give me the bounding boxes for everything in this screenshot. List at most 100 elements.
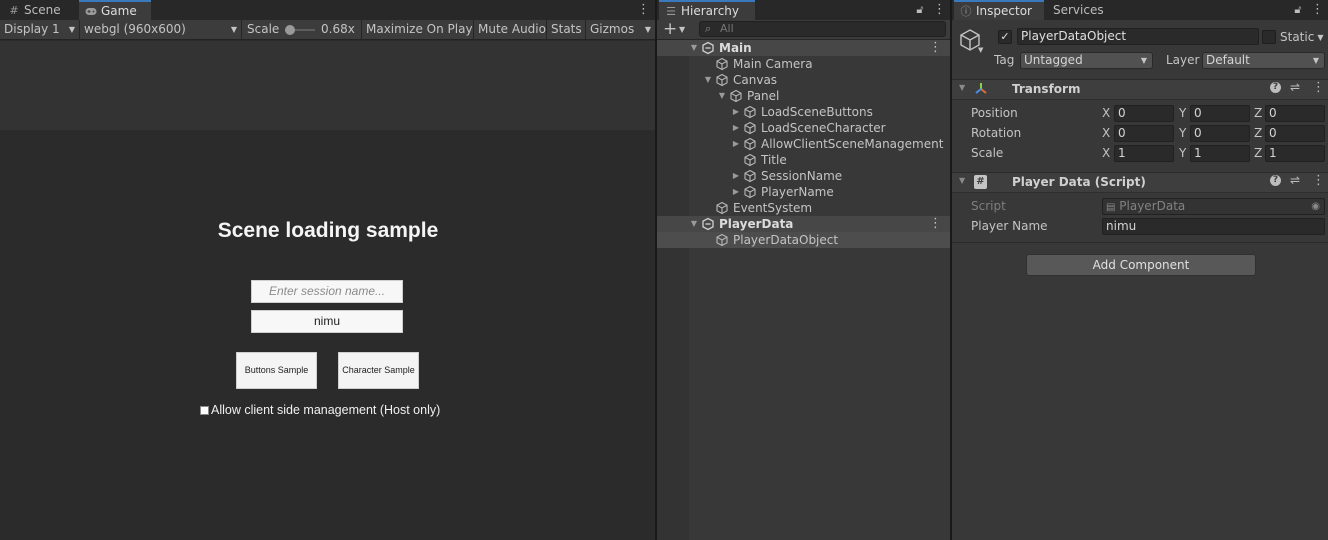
axis-label-z[interactable]: Z bbox=[1254, 106, 1262, 120]
hierarchy-item[interactable]: PlayerDataObject bbox=[657, 232, 950, 248]
scene-menu-kebab-icon[interactable]: ⋮ bbox=[929, 40, 942, 56]
position-x-field[interactable]: 0 bbox=[1114, 105, 1174, 122]
lock-icon[interactable]: 🔓︎ bbox=[914, 2, 926, 18]
axis-label-x[interactable]: X bbox=[1102, 106, 1110, 120]
hierarchy-item[interactable]: ▶ AllowClientSceneManagement bbox=[657, 136, 950, 152]
expand-arrow-down-icon[interactable]: ▼ bbox=[717, 88, 727, 104]
hierarchy-scene-row[interactable]: ▼ Main ⋮ bbox=[657, 40, 950, 56]
resolution-dropdown[interactable]: webgl (960x600) ▼ bbox=[80, 20, 242, 39]
expand-arrow-down-icon[interactable]: ▼ bbox=[703, 72, 713, 88]
axis-label-x[interactable]: X bbox=[1102, 146, 1110, 160]
axis-label-y[interactable]: Y bbox=[1179, 106, 1186, 120]
expand-arrow-right-icon[interactable]: ▶ bbox=[731, 184, 741, 200]
character-sample-button[interactable]: Character Sample bbox=[338, 352, 419, 389]
axis-label-y[interactable]: Y bbox=[1179, 126, 1186, 140]
hierarchy-item[interactable]: ▶ PlayerName bbox=[657, 184, 950, 200]
chevron-down-icon: ▼ bbox=[230, 25, 237, 34]
hierarchy-scene-row[interactable]: ▼ PlayerData ⋮ bbox=[657, 216, 950, 232]
stats-toggle[interactable]: Stats bbox=[547, 20, 586, 39]
script-component-header[interactable]: ▼ # Player Data (Script) ? ⇌ ⋮ bbox=[952, 172, 1328, 193]
expand-arrow-down-icon[interactable]: ▼ bbox=[689, 216, 699, 232]
presets-icon[interactable]: ⇌ bbox=[1290, 173, 1300, 187]
chevron-down-icon[interactable]: ▼ bbox=[978, 46, 983, 54]
gameobject-icon bbox=[743, 152, 757, 168]
static-checkbox[interactable] bbox=[1262, 30, 1276, 44]
maximize-on-play-toggle[interactable]: Maximize On Play bbox=[362, 20, 474, 39]
hierarchy-item-label: Canvas bbox=[733, 73, 778, 87]
game-menu-kebab-icon[interactable]: ⋮ bbox=[637, 2, 650, 18]
component-menu-kebab-icon[interactable]: ⋮ bbox=[1312, 80, 1325, 95]
scale-z-field[interactable]: 1 bbox=[1265, 145, 1325, 162]
tab-services[interactable]: Services bbox=[1047, 0, 1127, 20]
expand-arrow-right-icon[interactable]: ▶ bbox=[731, 120, 741, 136]
axis-label-x[interactable]: X bbox=[1102, 126, 1110, 140]
buttons-sample-button[interactable]: Buttons Sample bbox=[236, 352, 317, 389]
hierarchy-item[interactable]: ▼ Panel bbox=[657, 88, 950, 104]
scale-label: Scale bbox=[247, 22, 280, 36]
hierarchy-item[interactable]: ▶ SessionName bbox=[657, 168, 950, 184]
axis-label-y[interactable]: Y bbox=[1179, 146, 1186, 160]
hierarchy-search-input[interactable]: ⌕ All bbox=[699, 21, 946, 37]
hierarchy-item-label: LoadSceneCharacter bbox=[761, 121, 886, 135]
add-component-button[interactable]: Add Component bbox=[1026, 254, 1256, 276]
hierarchy-item[interactable]: ▼ Canvas bbox=[657, 72, 950, 88]
tab-scene[interactable]: # Scene bbox=[2, 0, 78, 20]
chevron-down-icon: ▼ bbox=[1317, 33, 1324, 42]
add-icon[interactable]: + bbox=[663, 20, 677, 38]
expand-arrow-right-icon[interactable]: ▶ bbox=[731, 168, 741, 184]
tab-hierarchy[interactable]: ☰ Hierarchy bbox=[659, 0, 755, 20]
axis-label-z[interactable]: Z bbox=[1254, 146, 1262, 160]
hierarchy-item[interactable]: ▶ LoadSceneCharacter bbox=[657, 120, 950, 136]
expand-arrow-right-icon[interactable]: ▶ bbox=[731, 136, 741, 152]
transform-header[interactable]: ▼ Transform ? ⇌ ⋮ bbox=[952, 79, 1328, 100]
presets-icon[interactable]: ⇌ bbox=[1290, 80, 1300, 94]
scale-value: 0.68x bbox=[321, 22, 355, 36]
help-icon[interactable]: ? bbox=[1270, 82, 1281, 93]
player-name-input[interactable]: nimu bbox=[251, 310, 403, 333]
layer-dropdown[interactable]: Default ▼ bbox=[1202, 52, 1325, 69]
axis-label-z[interactable]: Z bbox=[1254, 126, 1262, 140]
scale-y-field[interactable]: 1 bbox=[1190, 145, 1250, 162]
gameobject-icon bbox=[729, 88, 743, 104]
scene-menu-kebab-icon[interactable]: ⋮ bbox=[929, 216, 942, 232]
expand-arrow-right-icon[interactable]: ▶ bbox=[731, 104, 741, 120]
position-z-field[interactable]: 0 bbox=[1265, 105, 1325, 122]
hierarchy-item-label: PlayerName bbox=[761, 185, 834, 199]
player-name-field[interactable]: nimu bbox=[1102, 218, 1325, 235]
chevron-down-icon[interactable]: ▼ bbox=[679, 20, 685, 40]
rotation-z-field[interactable]: 0 bbox=[1265, 125, 1325, 142]
display-dropdown[interactable]: Display 1 ▼ bbox=[0, 20, 80, 39]
expand-arrow-down-icon[interactable]: ▼ bbox=[689, 40, 699, 56]
hash-grid-icon: # bbox=[9, 4, 19, 17]
active-checkbox[interactable]: ✓ bbox=[998, 30, 1012, 44]
tab-inspector[interactable]: ⓘ Inspector bbox=[954, 0, 1044, 20]
tab-game[interactable]: Game bbox=[79, 0, 151, 20]
hierarchy-item[interactable]: Title bbox=[657, 152, 950, 168]
hierarchy-item-label: Main Camera bbox=[733, 57, 813, 71]
object-name-field[interactable]: PlayerDataObject bbox=[1017, 28, 1259, 45]
static-dropdown[interactable]: Static ▼ bbox=[1280, 30, 1323, 44]
gizmos-dropdown[interactable]: Gizmos ▼ bbox=[586, 20, 655, 39]
hierarchy-toolbar: + ▼ ⌕ All bbox=[657, 20, 950, 40]
hierarchy-item-label: LoadSceneButtons bbox=[761, 105, 873, 119]
allow-client-checkbox[interactable] bbox=[200, 406, 209, 415]
gameobject-icon bbox=[715, 200, 729, 216]
script-file-icon: ▤ bbox=[1106, 202, 1116, 213]
scale-x-field[interactable]: 1 bbox=[1114, 145, 1174, 162]
tag-label: Tag bbox=[994, 53, 1015, 67]
hierarchy-item[interactable]: ▶ LoadSceneButtons bbox=[657, 104, 950, 120]
rotation-x-field[interactable]: 0 bbox=[1114, 125, 1174, 142]
position-y-field[interactable]: 0 bbox=[1190, 105, 1250, 122]
lock-icon[interactable]: 🔓︎ bbox=[1292, 2, 1304, 18]
rotation-y-field[interactable]: 0 bbox=[1190, 125, 1250, 142]
mute-audio-toggle[interactable]: Mute Audio bbox=[474, 20, 547, 39]
component-menu-kebab-icon[interactable]: ⋮ bbox=[1312, 173, 1325, 188]
tag-dropdown[interactable]: Untagged ▼ bbox=[1020, 52, 1153, 69]
hierarchy-item[interactable]: Main Camera bbox=[657, 56, 950, 72]
help-icon[interactable]: ? bbox=[1270, 175, 1281, 186]
hierarchy-menu-kebab-icon[interactable]: ⋮ bbox=[933, 2, 946, 18]
session-name-input[interactable]: Enter session name... bbox=[251, 280, 403, 303]
hierarchy-item[interactable]: EventSystem bbox=[657, 200, 950, 216]
scale-slider-thumb[interactable] bbox=[285, 25, 295, 35]
inspector-menu-kebab-icon[interactable]: ⋮ bbox=[1311, 2, 1324, 18]
